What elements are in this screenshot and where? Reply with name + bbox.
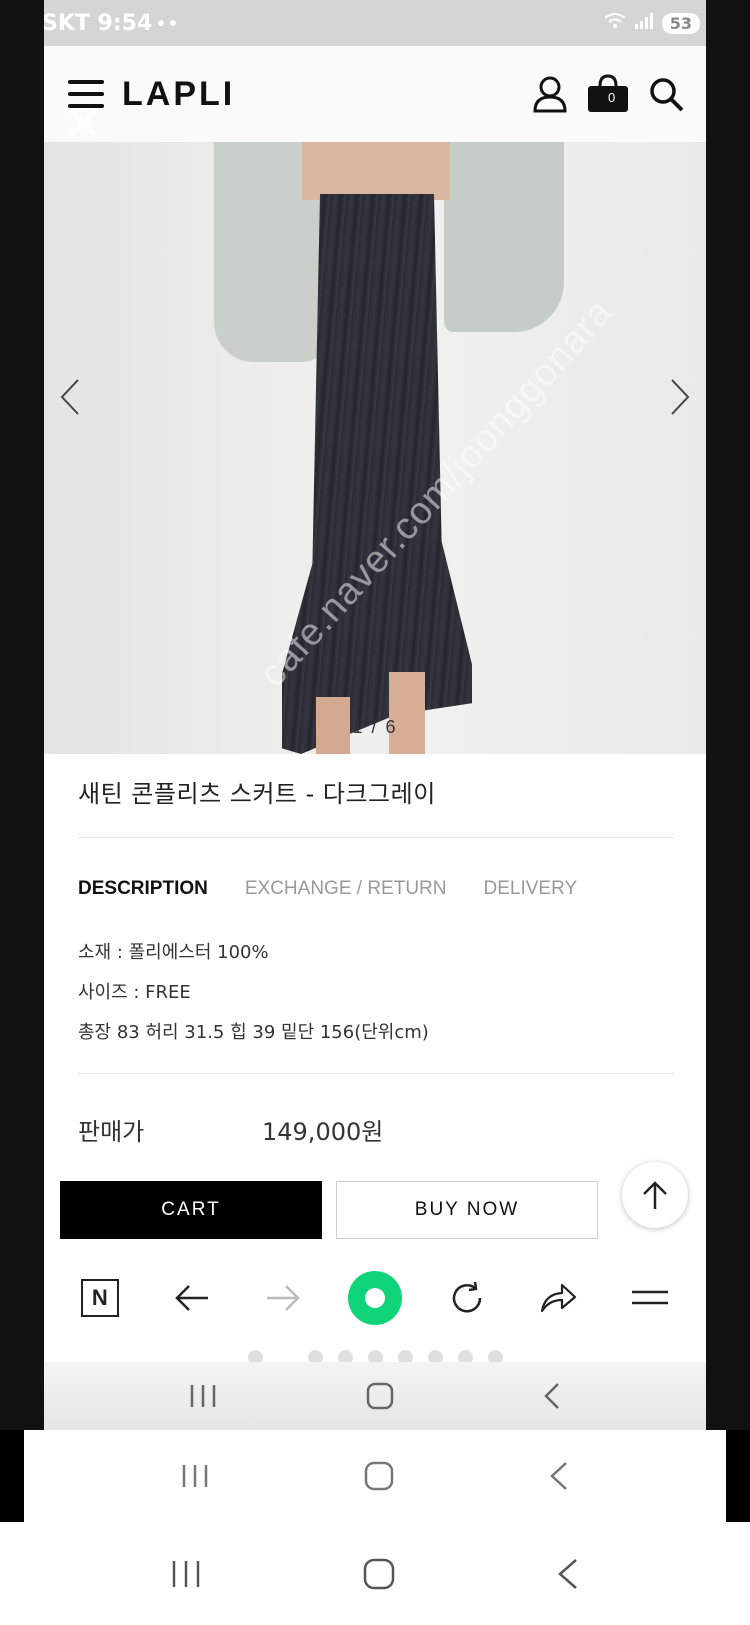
outer-frame: SKT 9:54 53 ✕ LAPLI 0 cafe.naver.com/joo… [0,0,750,1430]
price-row: 판매가 149,000원 [78,1112,674,1147]
back-icon[interactable] [556,1557,580,1591]
close-icon[interactable]: ✕ [64,101,103,147]
home-icon[interactable] [362,1557,396,1591]
home-icon[interactable] [365,1381,395,1411]
phone-screen: SKT 9:54 53 ✕ LAPLI 0 cafe.naver.com/joo… [44,0,706,1430]
tab-description[interactable]: DESCRIPTION [78,878,208,900]
recent-apps-icon[interactable] [188,1383,218,1409]
inner-navigation-bar [44,1362,706,1430]
divider [78,837,674,838]
signal-icon [634,12,654,34]
status-bar: SKT 9:54 53 [44,0,706,46]
status-time: SKT 9:54 [44,10,153,36]
product-image-gallery[interactable]: cafe.naver.com/joonggonara 1 / 6 [44,142,706,754]
product-info: 새틴 콘플리츠 스커트 - 다크그레이 DESCRIPTION EXCHANGE… [78,754,674,1147]
cart-icon[interactable]: 0 [586,74,630,114]
tab-exchange-return[interactable]: EXCHANGE / RETURN [245,878,447,900]
recent-apps-icon[interactable] [180,1463,210,1489]
home-icon[interactable] [363,1460,395,1492]
description-line: 소재 : 폴리에스터 100% [78,942,269,963]
search-icon[interactable] [648,76,684,112]
green-dot-button[interactable] [347,1271,402,1325]
next-image-arrow-icon[interactable] [660,372,700,422]
notification-dot [158,20,165,26]
back-icon[interactable] [542,1381,562,1411]
brand-logo[interactable]: LAPLI [122,75,235,114]
more-menu-icon[interactable] [623,1271,677,1325]
battery-indicator: 53 [661,12,700,34]
price-label: 판매가 [78,1118,145,1146]
middle-navigation-bar [24,1430,726,1522]
product-title: 새틴 콘플리츠 스커트 - 다크그레이 [78,780,436,808]
notification-dot [170,20,177,26]
share-icon[interactable] [531,1271,585,1325]
refresh-icon[interactable] [440,1271,494,1325]
tab-delivery[interactable]: DELIVERY [484,878,578,900]
browser-toolbar: N [44,1252,706,1344]
user-icon[interactable] [532,75,568,113]
naver-home-button[interactable]: N [73,1271,127,1325]
naver-n-icon: N [80,1279,119,1317]
description-line: 총장 83 허리 31.5 힙 39 밑단 156(단위cm) [78,1022,429,1043]
description-text: 소재 : 폴리에스터 100% 사이즈 : FREE 총장 83 허리 31.5… [78,933,674,1053]
prev-image-arrow-icon[interactable] [50,372,90,422]
forward-arrow-icon[interactable] [256,1271,310,1325]
cart-button[interactable]: CART [60,1181,322,1239]
description-line: 사이즈 : FREE [78,982,191,1003]
recent-apps-icon[interactable] [170,1559,202,1589]
info-tabs: DESCRIPTION EXCHANGE / RETURN DELIVERY [78,878,674,900]
site-header: ✕ LAPLI 0 [44,46,706,147]
arrow-up-icon [643,1181,667,1209]
wifi-icon [604,12,626,35]
scroll-top-button[interactable] [622,1162,688,1228]
back-icon[interactable] [548,1460,570,1492]
price-value: 149,000원 [262,1118,384,1146]
cart-count: 0 [608,90,616,105]
buy-now-button[interactable]: BUY NOW [336,1181,598,1239]
image-counter: 1 / 6 [352,717,398,737]
back-arrow-icon[interactable] [165,1271,219,1325]
green-dot-icon [347,1271,402,1325]
bottom-navigation-bar [0,1522,750,1625]
divider [78,1073,674,1074]
purchase-actions: CART BUY NOW [60,1162,690,1240]
